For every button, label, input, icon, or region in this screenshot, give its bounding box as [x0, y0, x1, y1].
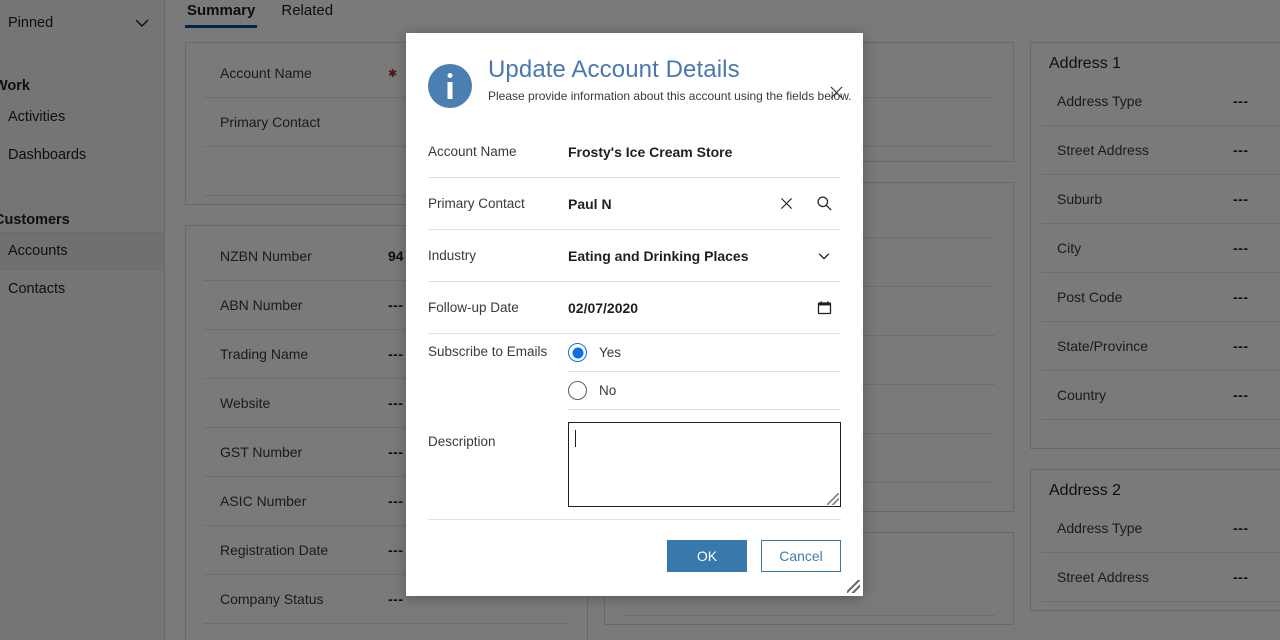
industry-select-value[interactable]: Eating and Drinking Places	[568, 248, 813, 264]
followup-date-actions	[813, 297, 841, 319]
field-label: Follow-up Date	[428, 300, 519, 315]
radio-option-yes[interactable]: Yes	[568, 334, 841, 372]
close-icon[interactable]	[823, 79, 849, 105]
dialog-field-description: Description	[428, 410, 841, 507]
primary-contact-actions	[775, 193, 841, 215]
dialog-subtitle: Please provide information about this ac…	[488, 88, 852, 103]
field-label: Account Name	[428, 144, 517, 159]
followup-date-input[interactable]: 02/07/2020	[568, 300, 813, 316]
dialog-header-text: Update Account Details Please provide in…	[488, 56, 852, 103]
primary-contact-input[interactable]: Paul N	[568, 196, 775, 212]
close-icon[interactable]	[775, 193, 797, 215]
calendar-icon[interactable]	[813, 297, 835, 319]
radio-option-no[interactable]: No	[568, 372, 841, 410]
field-label: Subscribe to Emails	[428, 344, 548, 359]
cancel-button[interactable]: Cancel	[761, 540, 841, 572]
field-label: Primary Contact	[428, 196, 525, 211]
resize-handle-icon[interactable]	[827, 493, 839, 505]
dialog-field-primary-contact[interactable]: Primary Contact Paul N	[428, 178, 841, 230]
ok-button[interactable]: OK	[667, 540, 747, 572]
chevron-down-icon[interactable]	[813, 245, 835, 267]
radio-label: Yes	[599, 345, 622, 360]
dialog-header: Update Account Details Please provide in…	[406, 33, 863, 108]
account-name-input[interactable]: Frosty's Ice Cream Store	[568, 144, 841, 160]
text-caret	[575, 430, 576, 447]
update-account-dialog: Update Account Details Please provide in…	[406, 33, 863, 596]
radio-indicator	[568, 381, 587, 400]
dialog-title: Update Account Details	[488, 56, 740, 83]
dialog-field-subscribe-to-emails: Subscribe to Emails Yes No	[428, 334, 841, 410]
info-icon	[428, 64, 472, 108]
industry-select-actions	[813, 245, 841, 267]
subscribe-radio-group: Yes No	[568, 334, 841, 410]
radio-label: No	[599, 383, 617, 398]
dialog-footer: OK Cancel	[406, 520, 863, 572]
dialog-field-industry[interactable]: Industry Eating and Drinking Places	[428, 230, 841, 282]
radio-indicator	[568, 343, 587, 362]
dialog-field-followup-date[interactable]: Follow-up Date 02/07/2020	[428, 282, 841, 334]
dialog-field-account-name[interactable]: Account Name Frosty's Ice Cream Store	[428, 126, 841, 178]
field-label: Industry	[428, 248, 477, 263]
dialog-body: Account Name Frosty's Ice Cream Store Pr…	[406, 108, 863, 507]
dialog-resize-handle-icon[interactable]	[847, 580, 860, 593]
description-textarea[interactable]	[568, 422, 841, 507]
search-icon[interactable]	[813, 193, 835, 215]
field-label: Description	[428, 434, 496, 449]
